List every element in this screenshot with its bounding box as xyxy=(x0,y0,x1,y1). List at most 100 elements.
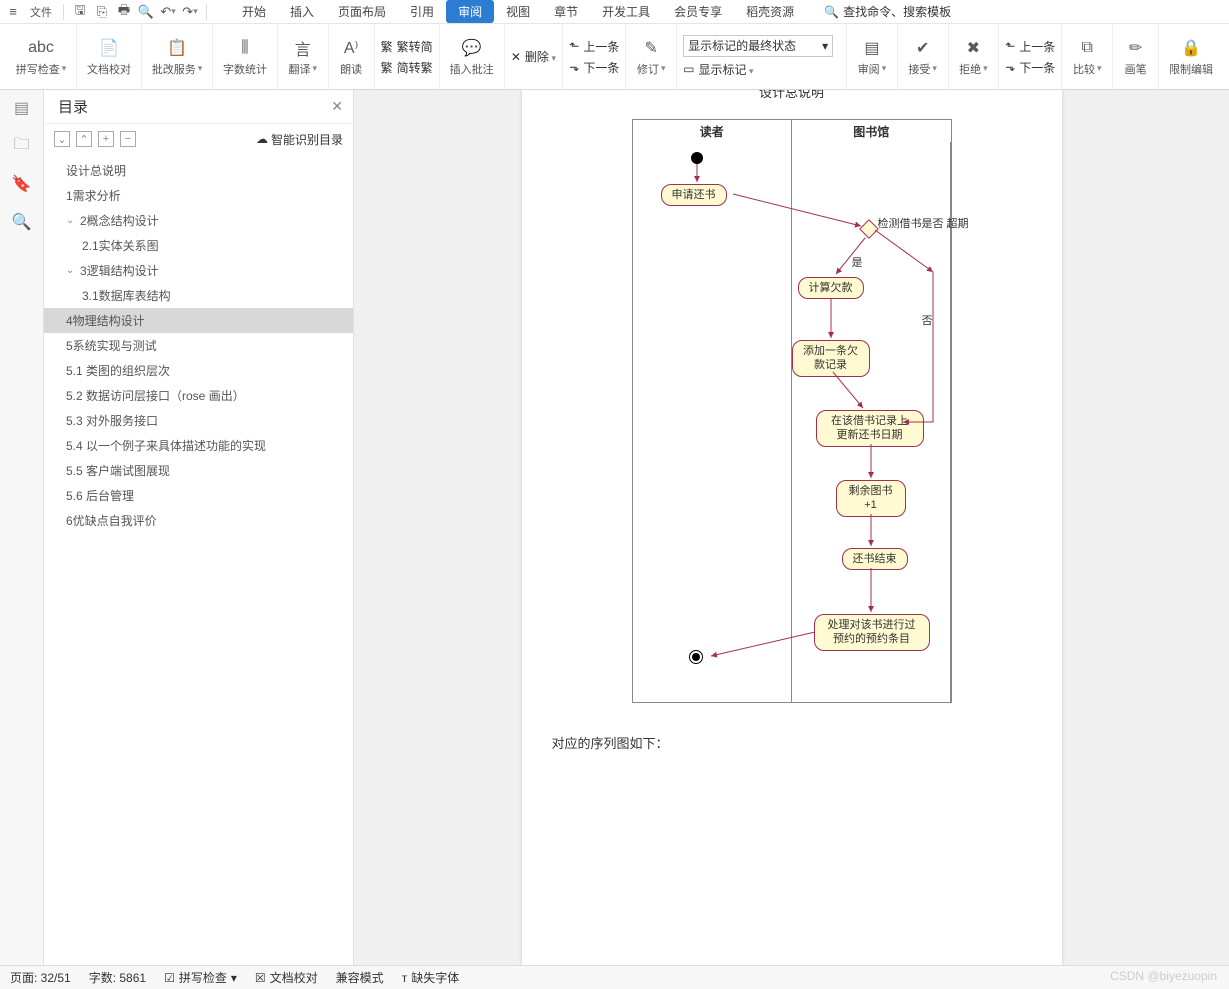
tab-insert[interactable]: 插入 xyxy=(278,0,326,23)
ink-button[interactable]: ✏画笔 xyxy=(1121,37,1151,77)
toc-item-5[interactable]: 3.1数据库表结构 xyxy=(44,283,353,308)
bookmark-icon[interactable]: 🔖 xyxy=(12,174,32,194)
simp-icon: 繁 xyxy=(381,59,393,76)
x-icon: ☒ xyxy=(255,971,266,985)
no-label: 否 xyxy=(922,312,933,328)
sb-proof[interactable]: ☒文档校对 xyxy=(255,969,318,986)
compare-button[interactable]: ⧉比较 xyxy=(1069,37,1106,77)
spellcheck-button[interactable]: abc拼写检查 xyxy=(12,37,71,77)
accept-icon: ✔ xyxy=(912,37,934,59)
sb-missfont[interactable]: ᴛ缺失字体 xyxy=(402,969,460,986)
undo-icon[interactable]: ↶ xyxy=(159,3,177,21)
menubar-left: ≡ 文件 🖫 ⎘ 🖶 🔍 ↶ ↷ xyxy=(4,2,210,22)
search-icon: 🔍 xyxy=(824,5,839,19)
document-area[interactable]: 设计总说明 读者 图书馆 申请还书 检测借书是否 超期 是 xyxy=(354,90,1229,965)
next-icon: ⬎ xyxy=(569,60,579,74)
sb-compat[interactable]: 兼容模式 xyxy=(336,969,384,986)
tab-layout[interactable]: 页面布局 xyxy=(326,0,398,23)
show-markup-button[interactable]: ▭显示标记 xyxy=(683,60,753,79)
toc-item-13[interactable]: 5.6 后台管理 xyxy=(44,483,353,508)
toc-item-10[interactable]: 5.3 对外服务接口 xyxy=(44,408,353,433)
find-icon[interactable]: 🔍 xyxy=(12,212,32,232)
ribbon-tabs: 开始 插入 页面布局 引用 审阅 视图 章节 开发工具 会员专享 稻壳资源 xyxy=(230,0,806,23)
sb-page[interactable]: 页面: 32/51 xyxy=(10,969,71,986)
ink-icon: ✏ xyxy=(1125,37,1147,59)
activity-apply: 申请还书 xyxy=(661,184,727,206)
close-icon[interactable]: ✕ xyxy=(331,98,343,115)
file-menu[interactable]: 文件 xyxy=(26,2,56,22)
menu-icon[interactable]: ≡ xyxy=(4,3,22,21)
sb-spell[interactable]: ☑拼写检查▾ xyxy=(164,969,237,986)
wordcount-button[interactable]: ⫼字数统计 xyxy=(219,37,271,77)
swim-col1-header: 读者 xyxy=(633,120,793,142)
activity-calc: 计算欠款 xyxy=(798,277,864,299)
toc-item-3[interactable]: 2.1实体关系图 xyxy=(44,233,353,258)
toc-item-6[interactable]: 4物理结构设计 xyxy=(44,308,353,333)
tab-review[interactable]: 审阅 xyxy=(446,0,494,23)
tab-start[interactable]: 开始 xyxy=(230,0,278,23)
toc-list: 设计总说明1需求分析2概念结构设计2.1实体关系图3逻辑结构设计3.1数据库表结… xyxy=(44,154,353,965)
decision-label: 检测借书是否 超期 xyxy=(878,215,969,231)
down-icon: ⬎ xyxy=(1005,60,1015,74)
print-icon[interactable]: 🖶 xyxy=(115,3,133,21)
toc-item-2[interactable]: 2概念结构设计 xyxy=(44,208,353,233)
outline-icon[interactable]: ▤ xyxy=(12,98,32,118)
toc-tools: ⌄ ⌃ + − ☁ 智能识别目录 xyxy=(44,124,353,154)
tab-dev[interactable]: 开发工具 xyxy=(590,0,662,23)
toc-item-8[interactable]: 5.1 类图的组织层次 xyxy=(44,358,353,383)
toc-item-7[interactable]: 5系统实现与测试 xyxy=(44,333,353,358)
toc-item-0[interactable]: 设计总说明 xyxy=(44,158,353,183)
compare-icon: ⧉ xyxy=(1076,37,1098,59)
collapse-all-icon[interactable]: ⌄ xyxy=(54,131,70,147)
approval-button[interactable]: 📋批改服务 xyxy=(148,37,207,77)
read-button[interactable]: A⁾朗读 xyxy=(336,37,366,77)
toc-item-9[interactable]: 5.2 数据访问层接口（rose 画出） xyxy=(44,383,353,408)
comment-icon: 💬 xyxy=(461,37,483,59)
toc-item-14[interactable]: 6优缺点自我评价 xyxy=(44,508,353,533)
saveas-icon[interactable]: ⎘ xyxy=(93,3,111,21)
yes-label: 是 xyxy=(852,254,863,270)
sb-words[interactable]: 字数: 5861 xyxy=(89,969,146,986)
tab-member[interactable]: 会员专享 xyxy=(662,0,734,23)
toc-item-1[interactable]: 1需求分析 xyxy=(44,183,353,208)
up-item-button[interactable]: ⬑上一条 xyxy=(1005,37,1055,56)
markup-combo[interactable]: 显示标记的最终状态▾ xyxy=(683,35,833,57)
expand-all-icon[interactable]: ⌃ xyxy=(76,131,92,147)
tab-view[interactable]: 视图 xyxy=(494,0,542,23)
redo-icon[interactable]: ↷ xyxy=(181,3,199,21)
trad2simp-button[interactable]: 繁繁转简 xyxy=(381,37,433,56)
swim-col2: 检测借书是否 超期 是 否 计算欠款 添加一条欠 款记录 在该借书记录上 更新还… xyxy=(792,142,951,702)
trad-icon: 繁 xyxy=(381,38,393,55)
preview-icon[interactable]: 🔍 xyxy=(137,3,155,21)
tab-docer[interactable]: 稻壳资源 xyxy=(734,0,806,23)
insert-comment-button[interactable]: 💬插入批注 xyxy=(446,37,498,77)
save-icon[interactable]: 🖫 xyxy=(71,3,89,21)
wordcount-icon: ⫼ xyxy=(234,37,256,59)
toc-item-12[interactable]: 5.5 客户端试图展现 xyxy=(44,458,353,483)
toc-item-11[interactable]: 5.4 以一个例子来具体描述功能的实现 xyxy=(44,433,353,458)
toc-header: 目录 ✕ xyxy=(44,90,353,124)
decision-diamond xyxy=(859,219,879,239)
restrict-button[interactable]: 🔒限制编辑 xyxy=(1165,37,1217,77)
ribbon: abc拼写检查 📄文档校对 📋批改服务 ⫼字数统计 言翻译 A⁾朗读 繁繁转简 … xyxy=(0,24,1229,90)
smart-toc-button[interactable]: ☁ 智能识别目录 xyxy=(256,131,343,148)
revise-button[interactable]: ✎修订 xyxy=(633,37,670,77)
toc-item-4[interactable]: 3逻辑结构设计 xyxy=(44,258,353,283)
remove-level-icon[interactable]: − xyxy=(120,131,136,147)
reject-icon: ✖ xyxy=(962,37,984,59)
add-level-icon[interactable]: + xyxy=(98,131,114,147)
simp2trad-button[interactable]: 繁简转繁 xyxy=(381,58,433,77)
proofread-button[interactable]: 📄文档校对 xyxy=(83,37,135,77)
reject-button[interactable]: ✖拒绝 xyxy=(955,37,992,77)
accept-button[interactable]: ✔接受 xyxy=(904,37,941,77)
check-icon: ☑ xyxy=(164,971,175,985)
down-item-button[interactable]: ⬎下一条 xyxy=(1005,58,1055,77)
body-area: ▤ 🗀 🔖 🔍 目录 ✕ ⌄ ⌃ + − ☁ 智能识别目录 设计总说明1需求分析… xyxy=(0,90,1229,965)
tab-chapter[interactable]: 章节 xyxy=(542,0,590,23)
tab-reference[interactable]: 引用 xyxy=(398,0,446,23)
command-search[interactable]: 🔍 查找命令、搜索模板 xyxy=(824,3,951,20)
clipboard-icon[interactable]: 🗀 xyxy=(12,136,32,156)
activity-end: 还书结束 xyxy=(842,548,908,570)
review-pane-button[interactable]: ▤审阅 xyxy=(854,37,891,77)
translate-button[interactable]: 言翻译 xyxy=(285,37,322,77)
